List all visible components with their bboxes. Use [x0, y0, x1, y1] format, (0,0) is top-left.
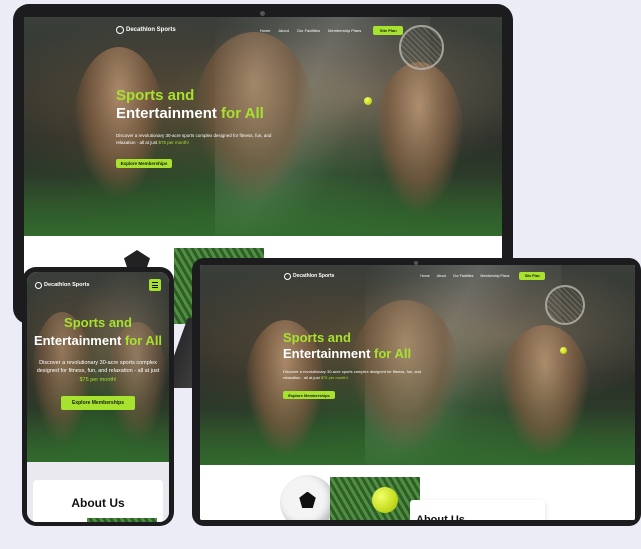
hamburger-menu-icon[interactable] [149, 279, 161, 291]
price-text: $75 per month! [158, 139, 189, 145]
decathlon-logo-icon [35, 281, 42, 289]
hero-subtext: Discover a revolutionary 30-acre sports … [283, 369, 422, 381]
nav-link-membership[interactable]: Membership Plans [480, 274, 509, 278]
decathlon-logo-icon [116, 26, 124, 34]
about-card: About Us [33, 480, 163, 522]
price-text: $75 per month! [320, 375, 348, 381]
nav-link-about[interactable]: About [437, 274, 446, 278]
tablet-below-fold: About Us [200, 465, 635, 520]
about-us-heading: About Us [71, 496, 125, 510]
headline-white: Entertainment [33, 332, 122, 348]
hero-content: Sports and Entertainment for All Discove… [283, 330, 453, 402]
about-card: About Us [410, 500, 545, 520]
explore-memberships-button[interactable]: Explore Memberships [61, 395, 135, 410]
tennis-ball-image [364, 97, 372, 105]
headline-green: for All [124, 332, 163, 348]
hero-section: Decathlon Sports Home About Our Faciliti… [200, 265, 635, 465]
brand-logo[interactable]: Decathlon Sports [116, 26, 176, 34]
camera-dot-icon [260, 11, 265, 16]
decathlon-logo-icon [284, 272, 291, 280]
brand-logo[interactable]: Decathlon Sports [284, 272, 335, 280]
hero-headline: Sports and Entertainment for All [283, 330, 453, 361]
headline-line-1: Sports and [116, 87, 195, 104]
hero-headline: Sports and Entertainment for All [27, 314, 169, 349]
site-plan-button[interactable]: Site Plan [519, 272, 546, 280]
tennis-racket-image [545, 285, 585, 325]
nav-link-home[interactable]: Home [260, 28, 271, 33]
headline-line-1: Sports and [64, 315, 132, 330]
nav-link-facilities[interactable]: Our Facilities [297, 28, 320, 33]
hero-athlete-image [500, 325, 590, 455]
site-plan-button[interactable]: Site Plan [373, 25, 404, 35]
explore-memberships-button[interactable]: Explore Memberships [116, 158, 172, 168]
tablet-screen: Decathlon Sports Home About Our Faciliti… [200, 265, 635, 520]
soccer-ball-image [280, 475, 335, 520]
sports-collage-image [87, 518, 157, 522]
headline-green: for All [374, 345, 412, 361]
top-navigation: Decathlon Sports [27, 278, 169, 292]
top-navigation: Decathlon Sports Home About Our Faciliti… [24, 23, 502, 37]
headline-white: Entertainment [116, 105, 217, 122]
nav-link-membership[interactable]: Membership Plans [328, 28, 361, 33]
nav-link-home[interactable]: Home [420, 274, 429, 278]
phone-device: Decathlon Sports Sports and Entertainmen… [22, 267, 174, 526]
nav-link-facilities[interactable]: Our Facilities [453, 274, 473, 278]
hero-headline: Sports and Entertainment for All [116, 87, 291, 123]
brand-name: Decathlon Sports [126, 27, 176, 33]
brand-name: Decathlon Sports [44, 282, 90, 288]
headline-green: for All [221, 105, 264, 122]
hero-subtext: Discover a revolutionary 30-acre sports … [36, 360, 160, 383]
tennis-ball-image [372, 487, 398, 513]
nav-link-about[interactable]: About [278, 28, 288, 33]
tennis-ball-image [560, 347, 567, 354]
explore-memberships-button[interactable]: Explore Memberships [283, 391, 335, 400]
brand-name: Decathlon Sports [293, 273, 335, 279]
hero-section: Decathlon Sports Home About Our Faciliti… [24, 17, 502, 236]
phone-below-fold: About Us [27, 462, 169, 522]
brand-logo[interactable]: Decathlon Sports [35, 281, 90, 289]
headline-white: Entertainment [283, 345, 371, 361]
hero-subtext: Discover a revolutionary 30-acre sports … [116, 133, 272, 145]
tablet-device: Decathlon Sports Home About Our Faciliti… [192, 258, 641, 526]
price-text: $75 per month! [79, 376, 117, 383]
hero-athlete-image [374, 62, 464, 212]
headline-line-1: Sports and [283, 330, 351, 345]
about-us-heading: About Us [416, 514, 465, 520]
hero-content: Sports and Entertainment for All Discove… [116, 87, 291, 170]
hero-section: Decathlon Sports Sports and Entertainmen… [27, 272, 169, 462]
hero-content: Sports and Entertainment for All Discove… [27, 314, 169, 410]
top-navigation: Decathlon Sports Home About Our Faciliti… [200, 270, 635, 282]
phone-screen: Decathlon Sports Sports and Entertainmen… [27, 272, 169, 522]
